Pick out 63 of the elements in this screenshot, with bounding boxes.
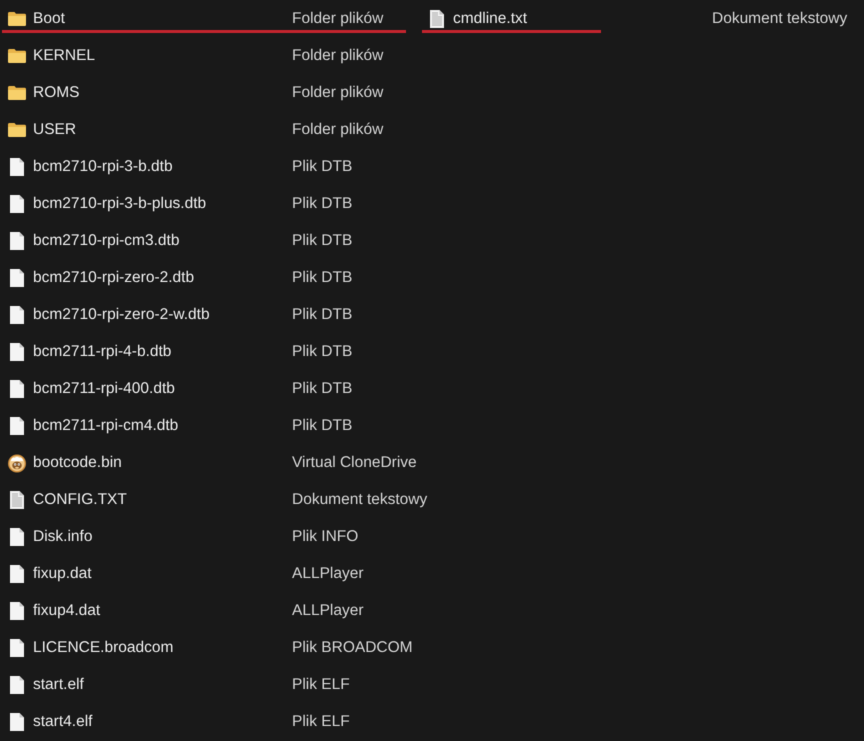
file-name[interactable]: bcm2710-rpi-3-b.dtb xyxy=(33,156,292,178)
file-type: Plik INFO xyxy=(292,527,358,547)
file-type: Dokument tekstowy xyxy=(712,9,848,29)
file-name[interactable]: bcm2710-rpi-cm3.dtb xyxy=(33,230,292,252)
file-name[interactable]: bcm2710-rpi-zero-2.dtb xyxy=(33,267,292,289)
text-file-icon xyxy=(10,491,24,509)
file-icon xyxy=(10,269,24,287)
file-name[interactable]: LICENCE.broadcom xyxy=(33,637,292,659)
file-icon xyxy=(10,602,24,620)
file-icon xyxy=(10,343,24,361)
file-type: Plik DTB xyxy=(292,157,352,177)
file-name[interactable]: KERNEL xyxy=(33,45,292,67)
file-type: ALLPlayer xyxy=(292,601,364,621)
file-type: Plik DTB xyxy=(292,231,352,251)
file-icon xyxy=(10,158,24,176)
folder-icon xyxy=(8,123,26,137)
file-name[interactable]: bootcode.bin xyxy=(33,452,292,474)
file-name[interactable]: Boot xyxy=(33,8,292,30)
file-icon xyxy=(10,232,24,250)
folder-icon xyxy=(8,86,26,100)
file-name[interactable]: bcm2711-rpi-cm4.dtb xyxy=(33,415,292,437)
file-name[interactable]: USER xyxy=(33,119,292,141)
file-icon xyxy=(10,639,24,657)
file-icon xyxy=(10,528,24,546)
folder-icon xyxy=(8,12,26,26)
file-name[interactable]: fixup4.dat xyxy=(33,600,292,622)
file-name[interactable]: start4.elf xyxy=(33,711,292,733)
file-type: Plik ELF xyxy=(292,712,350,732)
file-icon xyxy=(10,565,24,583)
file-icon xyxy=(10,417,24,435)
file-name[interactable]: fixup.dat xyxy=(33,563,292,585)
file-icon xyxy=(10,306,24,324)
file-icon xyxy=(10,380,24,398)
file-type: Folder plików xyxy=(292,83,384,103)
file-type: Plik BROADCOM xyxy=(292,638,413,658)
sheep-icon xyxy=(8,454,26,472)
file-type: ALLPlayer xyxy=(292,564,364,584)
file-icon xyxy=(10,676,24,694)
file-name[interactable]: bcm2711-rpi-4-b.dtb xyxy=(33,341,292,363)
file-name[interactable]: cmdline.txt xyxy=(453,8,712,30)
file-type: Plik DTB xyxy=(292,342,352,362)
file-name[interactable]: bcm2710-rpi-3-b-plus.dtb xyxy=(33,193,292,215)
text-file-icon xyxy=(430,10,444,28)
file-icon xyxy=(10,195,24,213)
file-icon xyxy=(10,713,24,731)
file-type: Plik DTB xyxy=(292,305,352,325)
file-type: Dokument tekstowy xyxy=(292,490,428,510)
file-type: Plik DTB xyxy=(292,379,352,399)
file-name[interactable]: bcm2710-rpi-zero-2-w.dtb xyxy=(33,304,292,326)
file-type: Virtual CloneDrive xyxy=(292,453,417,473)
folder-icon xyxy=(8,49,26,63)
file-type: Plik DTB xyxy=(292,416,352,436)
file-type: Folder plików xyxy=(292,46,384,66)
file-name[interactable]: bcm2711-rpi-400.dtb xyxy=(33,378,292,400)
file-name[interactable]: Disk.info xyxy=(33,526,292,548)
file-type: Folder plików xyxy=(292,120,384,140)
file-name[interactable]: ROMS xyxy=(33,82,292,104)
file-type: Plik DTB xyxy=(292,194,352,214)
file-type: Plik ELF xyxy=(292,675,350,695)
file-name[interactable]: CONFIG.TXT xyxy=(33,489,292,511)
file-type: Folder plików xyxy=(292,9,384,29)
file-name[interactable]: start.elf xyxy=(33,674,292,696)
file-type: Plik DTB xyxy=(292,268,352,288)
